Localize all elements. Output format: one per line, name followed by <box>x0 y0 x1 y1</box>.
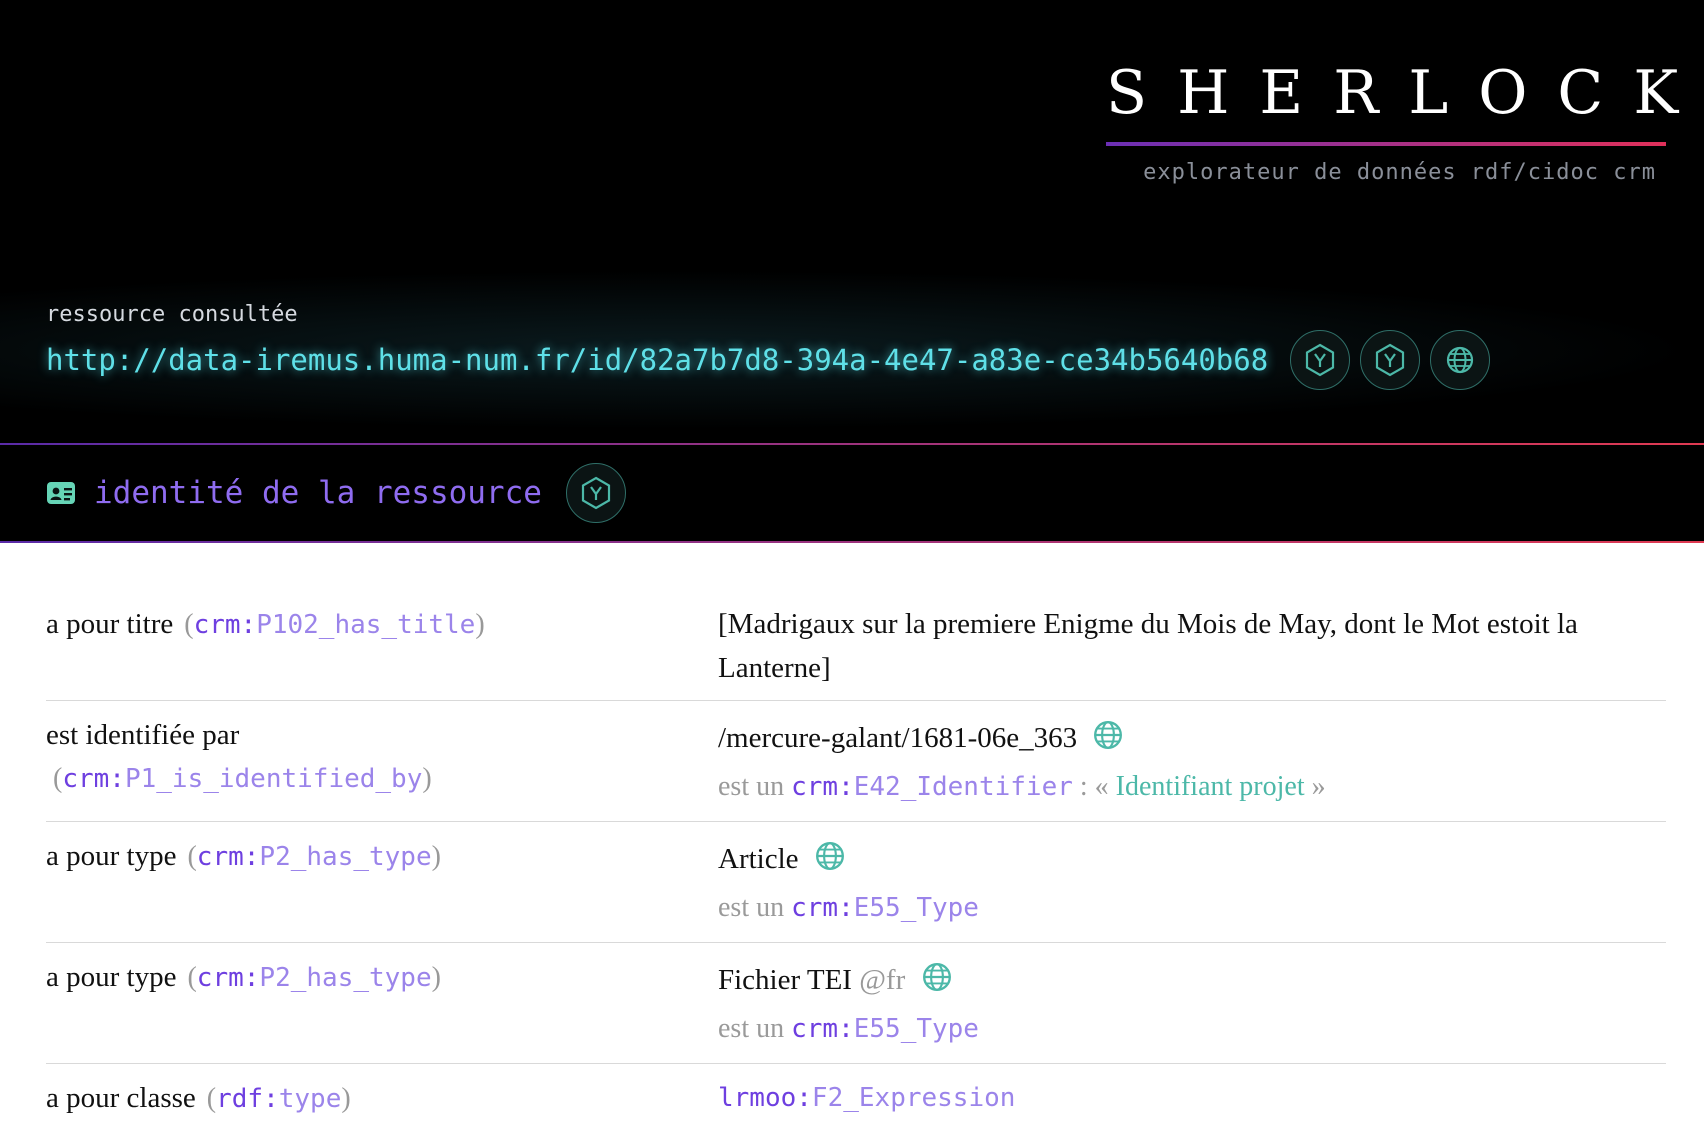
header: SHERLOCK explorateur de données rdf/cido… <box>0 0 1704 443</box>
uri-prefix: lrmoo: <box>718 1083 812 1113</box>
type-line: est un crm:E55_Type <box>718 884 1666 932</box>
type-label[interactable]: Identifiant projet <box>1116 771 1305 802</box>
type-value[interactable]: Article <box>718 843 799 875</box>
predicate-cell: est identifiée par (crm:P1_is_identified… <box>46 701 718 822</box>
uri-local: F2_Expression <box>812 1083 1016 1113</box>
uri-prefix: crm: <box>791 1014 854 1044</box>
uri-local: P102_has_title <box>256 610 475 640</box>
globe-icon[interactable] <box>814 840 846 872</box>
uri-prefix: crm: <box>791 893 854 923</box>
language-tag: @fr <box>859 964 905 996</box>
type-separator: : « <box>1073 771 1109 802</box>
predicate-uri[interactable]: crm:P1_is_identified_by <box>62 764 422 794</box>
type-line: est un crm:E42_Identifier : « Identifian… <box>718 763 1666 811</box>
value-cell: Fichier TEI @fr est un crm:E55_Type <box>718 943 1666 1064</box>
table-row: est identifiée par (crm:P1_is_identified… <box>46 701 1666 822</box>
paren-open: ( <box>180 962 196 993</box>
globe-icon <box>1445 345 1475 375</box>
paren-close: ) <box>341 1083 350 1114</box>
table-row: a pour classe (rdf:type) lrmoo:F2_Expres… <box>46 1064 1666 1131</box>
type-uri[interactable]: crm:E55_Type <box>791 1014 979 1044</box>
uri-local: E55_Type <box>854 1014 979 1044</box>
title-value: [Madrigaux sur la premiere Enigme du Moi… <box>718 602 1666 690</box>
yasgui-icon <box>579 476 613 510</box>
paren-open: ( <box>177 609 193 640</box>
id-card-icon <box>46 481 76 505</box>
table-row: a pour titre (crm:P102_has_title) [Madri… <box>46 590 1666 701</box>
globe-button[interactable] <box>1430 330 1490 390</box>
predicate-uri[interactable]: crm:P2_has_type <box>197 963 432 993</box>
brand: SHERLOCK explorateur de données rdf/cido… <box>1106 58 1666 185</box>
predicate-cell: a pour classe (rdf:type) <box>46 1064 718 1131</box>
section-inner: identité de la ressource <box>46 463 626 523</box>
resource-row: http://data-iremus.huma-num.fr/id/82a7b7… <box>46 330 1490 390</box>
paren-close: ) <box>432 962 441 993</box>
predicate-cell: a pour titre (crm:P102_has_title) <box>46 590 718 701</box>
predicate-cell: a pour type (crm:P2_has_type) <box>46 943 718 1064</box>
predicate-cell: a pour type (crm:P2_has_type) <box>46 822 718 943</box>
paren-open: ( <box>46 763 62 794</box>
uri-prefix: crm: <box>62 764 125 794</box>
section-title: identité de la ressource <box>94 475 542 511</box>
predicate-label: a pour classe <box>46 1082 196 1114</box>
properties-table: a pour titre (crm:P102_has_title) [Madri… <box>46 590 1666 1131</box>
section-header: identité de la ressource <box>0 443 1704 543</box>
uri-prefix: crm: <box>197 963 260 993</box>
value-cell: lrmoo:F2_Expression <box>718 1064 1666 1131</box>
yasgui-button-2[interactable] <box>1360 330 1420 390</box>
value-cell: Article est un crm:E55_Type <box>718 822 1666 943</box>
type-value[interactable]: Fichier TEI <box>718 964 852 996</box>
uri-local: P2_has_type <box>259 963 431 993</box>
uri-prefix: crm: <box>197 842 260 872</box>
brand-underline <box>1106 142 1666 146</box>
paren-open: ( <box>180 841 196 872</box>
predicate-label: a pour titre <box>46 608 173 640</box>
app-subtitle: explorateur de données rdf/cidoc crm <box>1106 160 1666 185</box>
paren-close: ) <box>422 763 431 794</box>
identifier-value[interactable]: /mercure-galant/1681-06e_363 <box>718 722 1077 754</box>
predicate-label: a pour type <box>46 840 176 872</box>
globe-icon[interactable] <box>1092 719 1124 751</box>
type-prefix-text: est un <box>718 892 784 923</box>
uri-local: P2_has_type <box>259 842 431 872</box>
yasgui-icon <box>1303 343 1337 377</box>
value-line: Fichier TEI @fr <box>718 955 1666 1005</box>
value-cell: [Madrigaux sur la premiere Enigme du Moi… <box>718 590 1666 701</box>
resource-uri[interactable]: http://data-iremus.huma-num.fr/id/82a7b7… <box>46 343 1268 377</box>
yasgui-icon <box>1373 343 1407 377</box>
globe-icon[interactable] <box>921 961 953 993</box>
type-uri[interactable]: crm:E55_Type <box>791 893 979 923</box>
paren-close: ) <box>475 609 484 640</box>
class-uri[interactable]: lrmoo:F2_Expression <box>718 1083 1015 1113</box>
uri-local: E55_Type <box>854 893 979 923</box>
paren-close: ) <box>432 841 441 872</box>
paren-open: ( <box>200 1083 216 1114</box>
type-line: est un crm:E55_Type <box>718 1005 1666 1053</box>
predicate-uri[interactable]: crm:P102_has_title <box>194 610 476 640</box>
app-title[interactable]: SHERLOCK <box>1106 58 1680 128</box>
resource-label: ressource consultée <box>46 302 298 327</box>
type-close: » <box>1312 771 1326 802</box>
uri-local: type <box>279 1084 342 1114</box>
type-prefix-text: est un <box>718 1013 784 1044</box>
predicate-uri[interactable]: rdf:type <box>216 1084 341 1114</box>
uri-prefix: crm: <box>194 610 257 640</box>
value-line: /mercure-galant/1681-06e_363 <box>718 713 1666 763</box>
type-uri[interactable]: crm:E42_Identifier <box>791 772 1073 802</box>
type-prefix-text: est un <box>718 771 784 802</box>
value-line: Article <box>718 834 1666 884</box>
table-row: a pour type (crm:P2_has_type) Fichier TE… <box>46 943 1666 1064</box>
uri-local: P1_is_identified_by <box>125 764 422 794</box>
uri-local: E42_Identifier <box>854 772 1073 802</box>
uri-prefix: crm: <box>791 772 854 802</box>
value-cell: /mercure-galant/1681-06e_363 est un crm:… <box>718 701 1666 822</box>
uri-prefix: rdf: <box>216 1084 279 1114</box>
predicate-uri[interactable]: crm:P2_has_type <box>197 842 432 872</box>
section-yasgui-button[interactable] <box>566 463 626 523</box>
predicate-label: est identifiée par <box>46 713 718 757</box>
table-row: a pour type (crm:P2_has_type) Article es… <box>46 822 1666 943</box>
predicate-uri-line: (crm:P1_is_identified_by) <box>46 757 718 801</box>
predicate-label: a pour type <box>46 961 176 993</box>
yasgui-button-1[interactable] <box>1290 330 1350 390</box>
